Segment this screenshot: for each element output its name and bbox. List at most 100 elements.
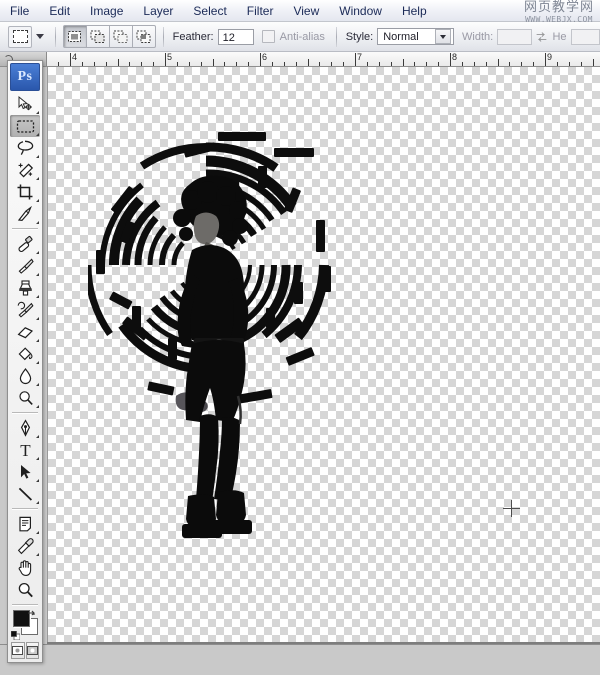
hand-tool[interactable] bbox=[10, 557, 40, 579]
height-input[interactable] bbox=[571, 29, 600, 45]
eraser-tool[interactable] bbox=[10, 321, 40, 343]
add-to-selection-icon bbox=[90, 30, 105, 43]
menu-item-window[interactable]: Window bbox=[330, 2, 391, 20]
ruler-tick bbox=[438, 62, 439, 66]
selection-mode-group bbox=[63, 25, 156, 48]
ruler-tick bbox=[284, 62, 285, 66]
horizontal-ruler[interactable]: 456789 bbox=[0, 52, 600, 67]
crosshair-cursor bbox=[503, 500, 520, 517]
type-tool[interactable]: T bbox=[10, 439, 40, 461]
add-to-selection-button[interactable] bbox=[86, 25, 110, 48]
waterdrop-icon bbox=[16, 367, 35, 385]
style-label: Style: bbox=[346, 31, 374, 43]
anti-alias-checkbox[interactable] bbox=[262, 30, 275, 43]
site-watermark: 网页教学网 WWW.WEBJX.COM bbox=[524, 1, 594, 24]
menu-item-select[interactable]: Select bbox=[184, 2, 235, 20]
note-page-icon bbox=[16, 515, 35, 533]
magic-wand-tool[interactable] bbox=[10, 159, 40, 181]
ruler-tick bbox=[141, 62, 142, 66]
anti-alias-control[interactable]: Anti-alias bbox=[262, 30, 329, 43]
tool-divider-1 bbox=[12, 228, 38, 230]
ruler-tick bbox=[521, 62, 522, 66]
eraser-icon bbox=[16, 323, 35, 341]
anti-alias-label: Anti-alias bbox=[280, 31, 325, 43]
menu-item-help[interactable]: Help bbox=[393, 2, 436, 20]
clone-stamp-icon bbox=[16, 279, 35, 297]
artwork-layer bbox=[88, 100, 338, 550]
ruler-label: 6 bbox=[260, 52, 267, 62]
menu-item-view[interactable]: View bbox=[284, 2, 328, 20]
options-divider-2 bbox=[163, 27, 164, 47]
paint-bucket-icon bbox=[16, 345, 35, 363]
move-arrow-icon bbox=[16, 95, 34, 113]
ruler-label: 5 bbox=[165, 52, 172, 62]
chevron-down-icon[interactable] bbox=[435, 29, 451, 44]
path-selection-tool[interactable] bbox=[10, 461, 40, 483]
ruler-tick bbox=[498, 59, 499, 66]
gradient-tool[interactable] bbox=[10, 343, 40, 365]
swap-width-height-icon[interactable] bbox=[535, 29, 548, 45]
ruler-tick bbox=[391, 62, 392, 66]
rectangular-marquee-tool[interactable] bbox=[10, 115, 40, 137]
pen-nib-icon bbox=[16, 419, 35, 437]
dodge-icon bbox=[16, 389, 35, 407]
zoom-tool[interactable] bbox=[10, 579, 40, 601]
subtract-from-selection-button[interactable] bbox=[109, 25, 133, 48]
height-label: He bbox=[552, 31, 566, 43]
menu-item-file[interactable]: File bbox=[1, 2, 38, 20]
ruler-tick bbox=[569, 62, 570, 66]
lasso-icon bbox=[16, 139, 35, 157]
brush-tool[interactable] bbox=[10, 255, 40, 277]
ruler-tick bbox=[462, 62, 463, 66]
ruler-label: 7 bbox=[355, 52, 362, 62]
menu-item-image[interactable]: Image bbox=[81, 2, 132, 20]
history-brush-tool[interactable] bbox=[10, 299, 40, 321]
lasso-tool[interactable] bbox=[10, 137, 40, 159]
line-shape-icon bbox=[16, 485, 35, 503]
intersect-with-selection-button[interactable] bbox=[132, 25, 156, 48]
slice-tool[interactable] bbox=[10, 203, 40, 225]
ruler-tick bbox=[331, 62, 332, 66]
style-selected-value: Normal bbox=[383, 31, 418, 43]
swap-colors-icon[interactable] bbox=[26, 609, 38, 621]
chevron-down-icon[interactable] bbox=[36, 34, 44, 39]
ruler-tick bbox=[248, 62, 249, 66]
width-input[interactable] bbox=[497, 29, 531, 45]
pen-tool[interactable] bbox=[10, 417, 40, 439]
ruler-tick bbox=[201, 62, 202, 66]
tool-preset-picker[interactable] bbox=[4, 26, 48, 48]
ruler-tick bbox=[593, 59, 594, 66]
ruler-tick bbox=[379, 62, 380, 66]
menu-item-filter[interactable]: Filter bbox=[238, 2, 283, 20]
new-selection-button[interactable] bbox=[63, 25, 87, 48]
ruler-tick bbox=[236, 62, 237, 66]
document-canvas[interactable] bbox=[47, 67, 600, 644]
standard-mode-button[interactable] bbox=[11, 642, 25, 659]
feather-input[interactable]: 12 px bbox=[218, 29, 254, 45]
hand-icon bbox=[16, 559, 35, 577]
ruler-tick bbox=[118, 59, 119, 66]
healing-brush-tool[interactable] bbox=[10, 233, 40, 255]
menu-item-edit[interactable]: Edit bbox=[40, 2, 79, 20]
quick-mask-mode-button[interactable] bbox=[26, 642, 40, 659]
tool-divider-2 bbox=[12, 412, 38, 414]
crop-tool[interactable] bbox=[10, 181, 40, 203]
magic-wand-icon bbox=[16, 161, 35, 179]
ruler-tick bbox=[106, 62, 107, 66]
ruler-tick bbox=[319, 62, 320, 66]
style-dropdown[interactable]: Normal bbox=[377, 28, 453, 45]
ruler-tick bbox=[82, 62, 83, 66]
blur-tool[interactable] bbox=[10, 365, 40, 387]
clone-stamp-tool[interactable] bbox=[10, 277, 40, 299]
ruler-tick bbox=[58, 62, 59, 66]
eyedropper-tool[interactable] bbox=[10, 535, 40, 557]
dodge-tool[interactable] bbox=[10, 387, 40, 409]
svg-text:T: T bbox=[20, 441, 31, 459]
quick-mask-group bbox=[11, 642, 39, 659]
line-tool[interactable] bbox=[10, 483, 40, 505]
notes-tool[interactable] bbox=[10, 513, 40, 535]
menu-item-layer[interactable]: Layer bbox=[134, 2, 182, 20]
default-colors-icon[interactable] bbox=[11, 631, 20, 640]
ruler-tick bbox=[509, 62, 510, 66]
move-tool[interactable] bbox=[10, 93, 40, 115]
